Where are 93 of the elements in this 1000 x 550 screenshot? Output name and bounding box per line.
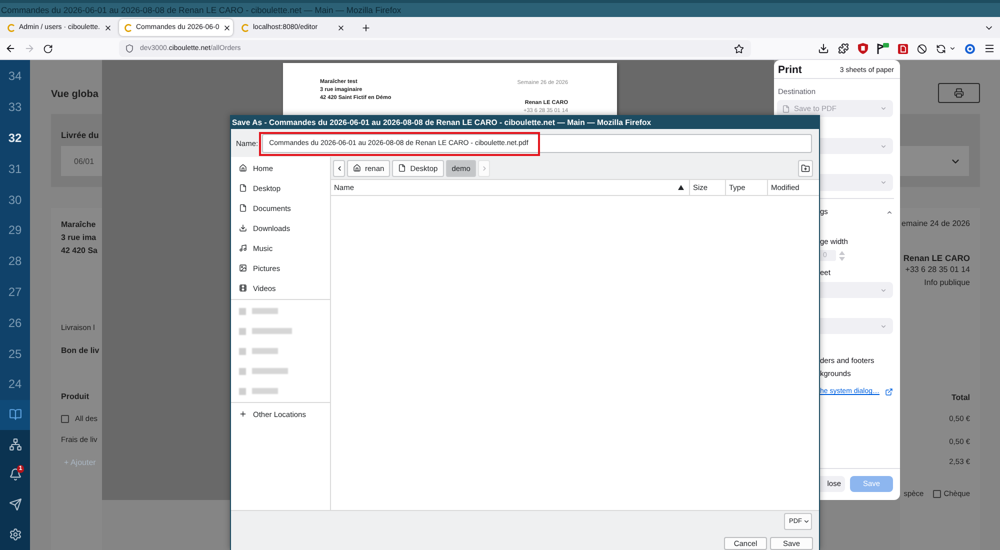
seller-line: Renan LE CARO (903, 252, 970, 264)
print-title: Print (778, 64, 802, 76)
week-number[interactable]: 32 (0, 122, 30, 154)
film-icon (239, 284, 247, 292)
week-number[interactable]: 33 (0, 92, 30, 123)
chevron-down-icon (880, 179, 887, 186)
window-title: Commandes du 2026-06-01 au 2026-08-08 de Renan LE CARO - ciboulette.net — Main — Mozilla Firefox (1, 4, 402, 16)
reload-icon[interactable] (43, 44, 53, 54)
circular-arrow-icon[interactable] (936, 44, 946, 54)
select-field[interactable] (820, 174, 893, 191)
caret-down-icon[interactable] (949, 45, 956, 52)
seller-line: +33 6 28 35 01 14 (905, 264, 970, 276)
week-number[interactable]: 28 (0, 246, 30, 277)
paper-plane-icon[interactable] (8, 498, 22, 512)
select-field[interactable] (820, 138, 893, 154)
blurred-icon (239, 308, 246, 314)
close-icon[interactable] (223, 24, 232, 32)
week-number[interactable]: 29 (0, 214, 30, 246)
blurred-icon (239, 368, 246, 374)
back-icon[interactable] (5, 43, 16, 54)
arc-icon (7, 24, 15, 32)
settings-icon[interactable] (8, 528, 22, 542)
select-field[interactable] (820, 282, 893, 298)
week-number[interactable]: 25 (0, 338, 30, 369)
menu-icon[interactable] (984, 43, 995, 54)
download-icon[interactable] (818, 43, 829, 54)
week-number[interactable]: 27 (0, 276, 30, 308)
address-line: 3 rue ima (61, 232, 96, 244)
address-line: 42 420 Sa (61, 245, 98, 257)
image-icon (239, 264, 247, 272)
close-icon[interactable] (104, 24, 112, 32)
blurred-icon (239, 388, 246, 394)
address-line: Maraîche (61, 219, 96, 231)
week-number[interactable]: 24 (0, 368, 30, 400)
print-button[interactable] (938, 83, 980, 103)
chevron-up-icon[interactable] (886, 208, 893, 216)
week-number[interactable]: 30 (0, 184, 30, 215)
caret-right-icon (480, 164, 488, 172)
delivery-note: Bon de liv (61, 345, 100, 357)
page-heading: Vue globa (51, 88, 98, 102)
home-icon (353, 164, 361, 172)
shield-icon (125, 44, 134, 53)
music-note-icon (239, 244, 247, 252)
blurred-bar (252, 388, 278, 394)
week-number[interactable]: 34 (0, 61, 30, 92)
blurred-icon (239, 348, 246, 354)
blurred-bar (252, 308, 278, 314)
new-folder-button[interactable] (798, 160, 813, 176)
close-icon[interactable] (337, 24, 345, 32)
bell-icon[interactable] (8, 468, 22, 482)
week-number[interactable]: 31 (0, 153, 30, 184)
folder-plus-icon (801, 164, 810, 172)
chevron-down-icon (880, 105, 887, 112)
file-icon (239, 204, 247, 212)
download-icon (239, 224, 247, 232)
flag-icon[interactable] (877, 43, 889, 54)
file-icon (239, 184, 247, 192)
puzzle-icon[interactable] (838, 43, 849, 54)
hierarchy-icon[interactable] (8, 438, 22, 452)
caret-left-icon (336, 164, 342, 172)
plus-icon[interactable] (361, 22, 371, 32)
external-link-icon[interactable] (885, 388, 893, 396)
ban-icon[interactable] (917, 44, 927, 54)
home-icon (239, 164, 247, 172)
printer-icon (954, 88, 964, 98)
column-heading: Total (951, 392, 970, 404)
chevron-down-icon (880, 286, 887, 294)
document-icon[interactable] (898, 44, 908, 54)
file-icon (782, 104, 790, 112)
blurred-bar (252, 348, 278, 354)
filter-label: Livrée du (61, 129, 100, 141)
plus-icon (239, 410, 247, 418)
select-field[interactable] (820, 318, 893, 334)
checkbox[interactable] (932, 490, 941, 498)
star-icon[interactable] (734, 44, 744, 54)
checkbox[interactable] (61, 415, 69, 423)
chevron-down-icon (880, 142, 887, 150)
shield-icon[interactable] (858, 43, 868, 54)
arc-icon (124, 24, 132, 32)
blurred-icon (239, 328, 246, 334)
blurred-bar (252, 328, 292, 334)
book-icon[interactable] (8, 408, 22, 422)
chevron-down-icon (803, 518, 810, 525)
column-heading: Produit (61, 391, 89, 403)
week-label: emaine 24 de 2026 (902, 218, 970, 230)
seller-line: Info publique (924, 277, 970, 289)
chevron-down-icon (880, 322, 887, 330)
week-number[interactable]: 26 (0, 307, 30, 338)
file-icon (398, 164, 406, 172)
blurred-bar (252, 368, 288, 374)
arc-icon (241, 24, 249, 32)
ring-icon[interactable] (965, 44, 975, 54)
select-field[interactable] (900, 146, 969, 176)
